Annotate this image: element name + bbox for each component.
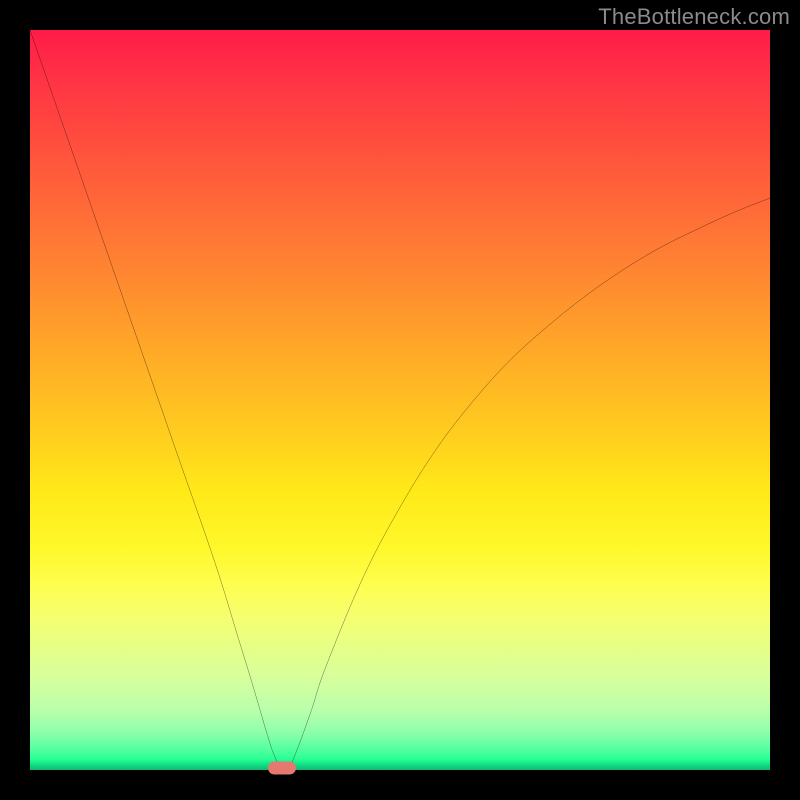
optimal-point-marker	[268, 761, 296, 774]
chart-container: TheBottleneck.com	[0, 0, 800, 800]
watermark-text: TheBottleneck.com	[598, 4, 790, 30]
bottleneck-curve	[30, 30, 770, 770]
plot-area	[30, 30, 770, 770]
curve-path	[30, 30, 770, 769]
